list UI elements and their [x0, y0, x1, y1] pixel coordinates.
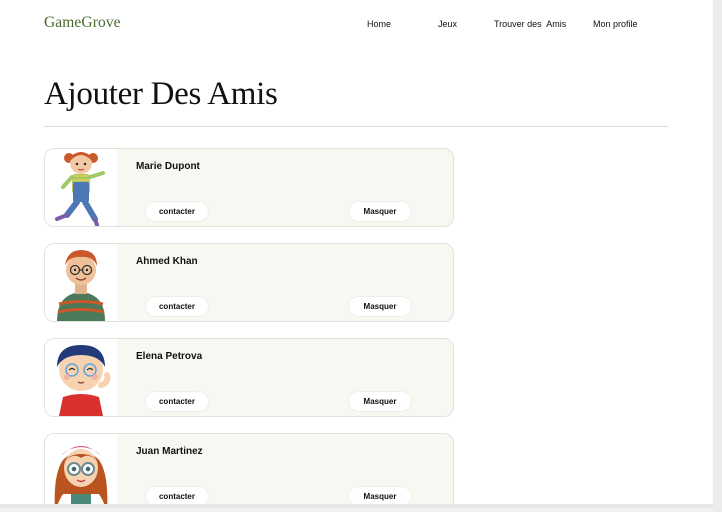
- vertical-scrollbar[interactable]: [713, 0, 722, 512]
- hide-button[interactable]: Masquer: [349, 297, 411, 316]
- friend-name: Juan Martinez: [136, 446, 203, 457]
- friend-card: Marie Dupont contacter Masquer: [44, 148, 454, 227]
- friend-name: Ahmed Khan: [136, 256, 198, 267]
- page-title: Ajouter Des Amis: [44, 76, 278, 112]
- page: GameGrove Home Jeux Trouver des Amis Mon…: [0, 0, 713, 508]
- nav-find-friends[interactable]: Trouver des Amis: [494, 19, 566, 29]
- hide-button[interactable]: Masquer: [349, 202, 411, 221]
- friend-name: Elena Petrova: [136, 351, 203, 362]
- friend-name: Marie Dupont: [136, 161, 200, 172]
- girl-red-hair-glasses-avatar: [45, 434, 117, 508]
- contact-button[interactable]: contacter: [146, 202, 208, 221]
- brand-logo[interactable]: GameGrove: [44, 14, 121, 32]
- friend-card: Juan Martinez contacter Masquer: [44, 433, 454, 508]
- boy-glasses-avatar: [45, 244, 117, 321]
- title-divider: [44, 126, 668, 127]
- friend-card: Ahmed Khan contacter Masquer: [44, 243, 454, 322]
- girl-pigtails-avatar: [45, 149, 117, 226]
- nav-profile[interactable]: Mon profile: [593, 19, 638, 29]
- girl-blue-hair-avatar: [45, 339, 117, 416]
- nav-home[interactable]: Home: [367, 19, 391, 29]
- contact-button[interactable]: contacter: [146, 392, 208, 411]
- horizontal-scrollbar[interactable]: [0, 504, 713, 508]
- hide-button[interactable]: Masquer: [349, 392, 411, 411]
- friend-card: Elena Petrova contacter Masquer: [44, 338, 454, 417]
- nav-games[interactable]: Jeux: [438, 19, 457, 29]
- contact-button[interactable]: contacter: [146, 297, 208, 316]
